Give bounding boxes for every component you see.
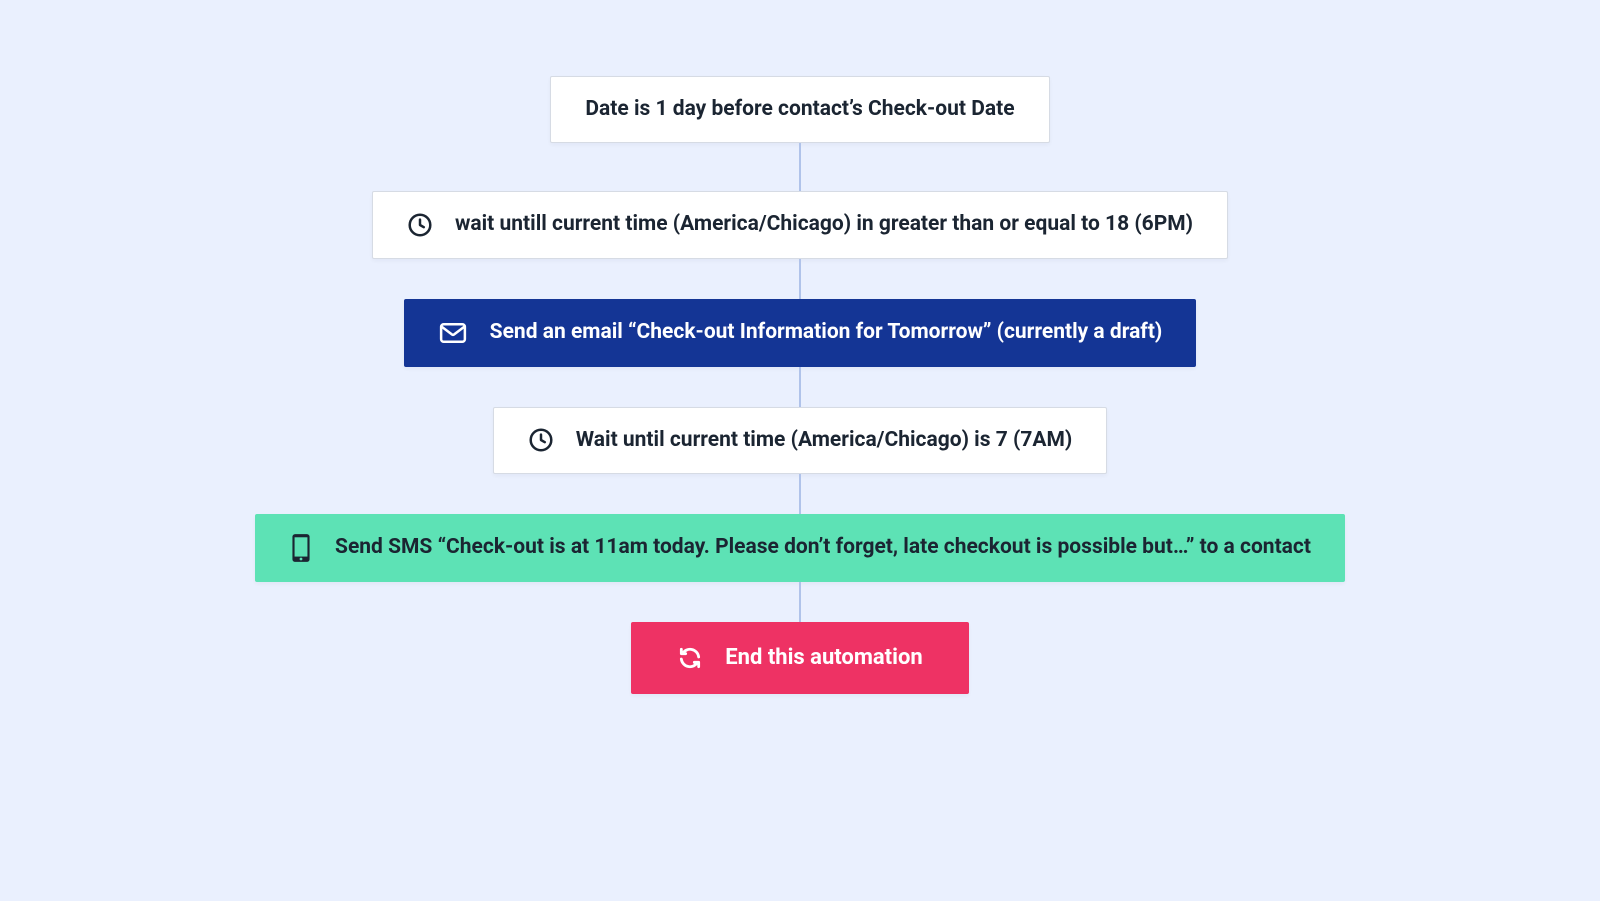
email-action-node[interactable]: Send an email “Check-out Information for… [404, 299, 1197, 367]
wait-2-label: Wait until current time (America/Chicago… [576, 427, 1073, 454]
wait-node-2[interactable]: Wait until current time (America/Chicago… [493, 407, 1108, 474]
sms-action-node[interactable]: Send SMS “Check-out is at 11am today. Pl… [255, 514, 1345, 582]
trigger-label: Date is 1 day before contact’s Check-out… [585, 96, 1014, 123]
connector [799, 143, 801, 191]
sync-icon [677, 645, 703, 671]
email-action-label: Send an email “Check-out Information for… [490, 319, 1163, 346]
connector [799, 259, 801, 299]
wait-1-label: wait untill current time (America/Chicag… [455, 211, 1193, 238]
connector [799, 582, 801, 622]
connector [799, 367, 801, 407]
sms-action-label: Send SMS “Check-out is at 11am today. Pl… [335, 534, 1311, 561]
trigger-node[interactable]: Date is 1 day before contact’s Check-out… [550, 76, 1049, 143]
clock-icon [528, 427, 554, 453]
automation-flow: Date is 1 day before contact’s Check-out… [255, 76, 1345, 694]
wait-node-1[interactable]: wait untill current time (America/Chicag… [372, 191, 1228, 258]
end-node[interactable]: End this automation [631, 622, 968, 695]
phone-icon [289, 533, 313, 563]
end-label: End this automation [725, 644, 922, 673]
envelope-icon [438, 318, 468, 348]
clock-icon [407, 212, 433, 238]
connector [799, 474, 801, 514]
